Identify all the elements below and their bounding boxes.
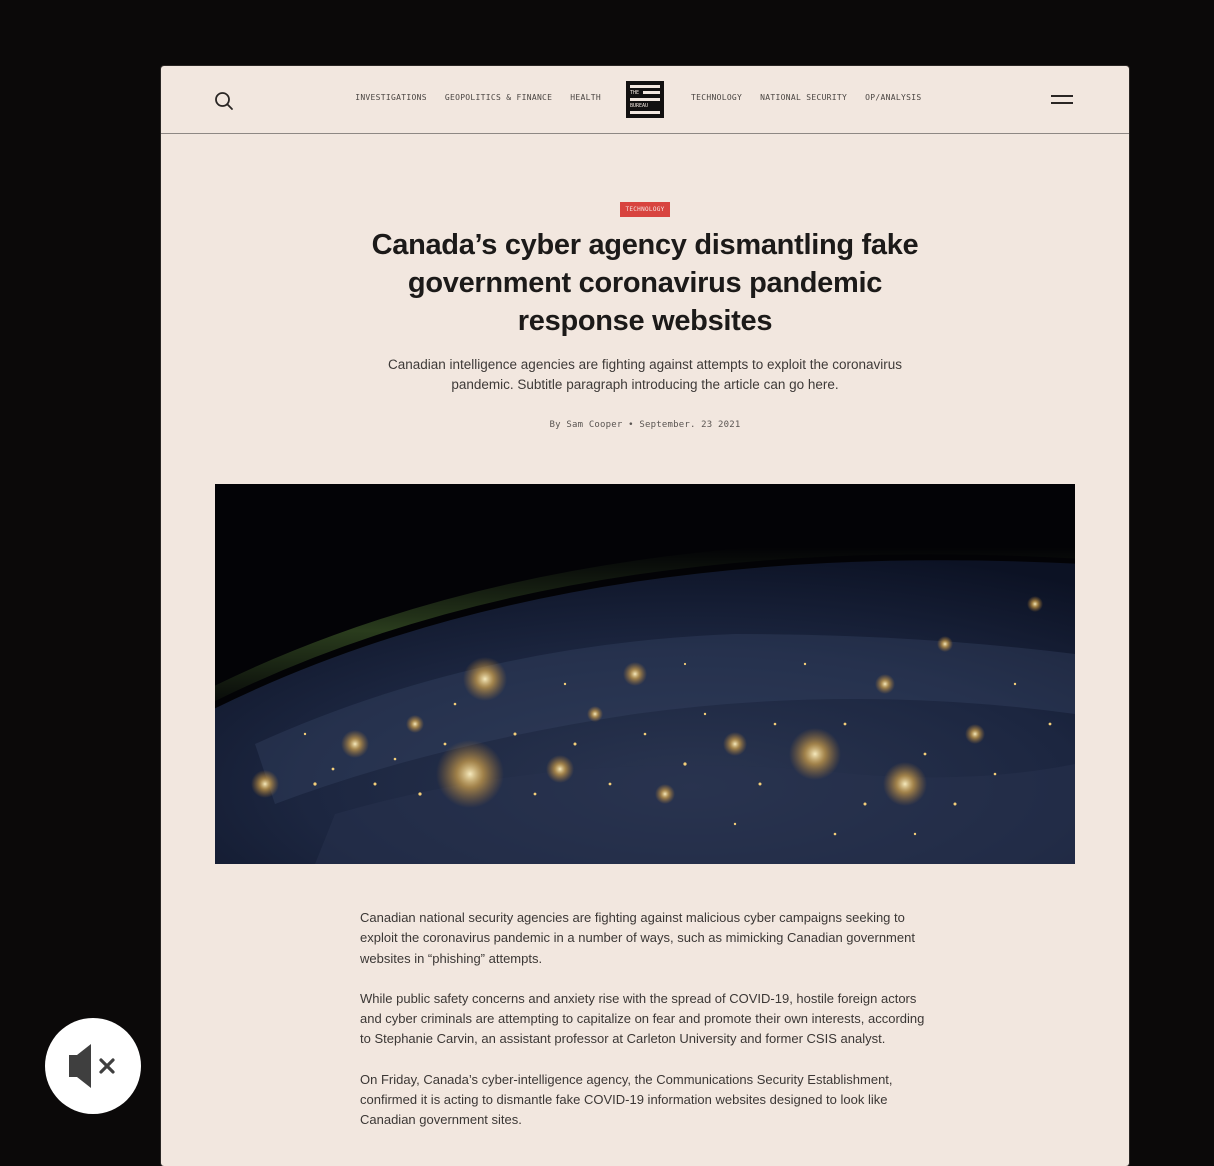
logo-bar bbox=[630, 98, 660, 101]
hamburger-menu-icon bbox=[1051, 95, 1073, 97]
article-paragraph: Canadian national security agencies are … bbox=[360, 910, 915, 966]
nav-right-links: TECHNOLOGY NATIONAL SECURITY OP/ANALYSIS bbox=[691, 93, 921, 102]
logo-bar bbox=[630, 85, 660, 88]
site-logo[interactable]: THE BUREAU bbox=[626, 81, 664, 118]
top-navigation: INVESTIGATIONS GEOPOLITICS & FINANCE HEA… bbox=[161, 66, 1129, 134]
hamburger-menu-icon bbox=[1051, 102, 1073, 104]
nav-link-geopolitics-finance[interactable]: GEOPOLITICS & FINANCE bbox=[445, 93, 552, 102]
nav-link-investigations[interactable]: INVESTIGATIONS bbox=[355, 93, 427, 102]
logo-text-the: THE bbox=[630, 90, 640, 96]
logo-bar bbox=[643, 91, 660, 94]
category-badge[interactable]: TECHNOLOGY bbox=[620, 202, 670, 217]
earth-night-illustration bbox=[215, 484, 1075, 864]
nav-link-national-security[interactable]: NATIONAL SECURITY bbox=[760, 93, 847, 102]
hero-image-earth-at-night bbox=[215, 484, 1075, 864]
mute-button[interactable] bbox=[45, 1018, 141, 1114]
article-paragraph: On Friday, Canada’s cyber-intelligence a… bbox=[360, 1071, 893, 1128]
search-button[interactable] bbox=[213, 90, 235, 112]
search-icon bbox=[215, 92, 233, 110]
menu-button[interactable] bbox=[1050, 92, 1074, 108]
nav-link-op-analysis[interactable]: OP/ANALYSIS bbox=[865, 93, 921, 102]
nav-left-links: INVESTIGATIONS GEOPOLITICS & FINANCE HEA… bbox=[355, 93, 601, 102]
nav-link-technology[interactable]: TECHNOLOGY bbox=[691, 93, 742, 102]
article-subtitle: Canadian intelligence agencies are fight… bbox=[387, 357, 903, 392]
logo-bar bbox=[630, 111, 660, 114]
article-title: Canada’s cyber agency dismantling fake g… bbox=[371, 229, 919, 337]
speaker-muted-icon bbox=[69, 1044, 115, 1088]
logo-text-bureau: BUREAU bbox=[630, 103, 649, 109]
article-body: Canadian national security agencies are … bbox=[360, 908, 932, 1151]
category-badge-wrapper: TECHNOLOGY bbox=[161, 198, 1129, 217]
article-paragraph: While public safety concerns and anxiety… bbox=[360, 990, 925, 1047]
article-byline: By Sam Cooper • September. 23 2021 bbox=[549, 420, 741, 430]
browser-viewport: INVESTIGATIONS GEOPOLITICS & FINANCE HEA… bbox=[161, 66, 1129, 1166]
nav-link-health[interactable]: HEALTH bbox=[570, 93, 601, 102]
